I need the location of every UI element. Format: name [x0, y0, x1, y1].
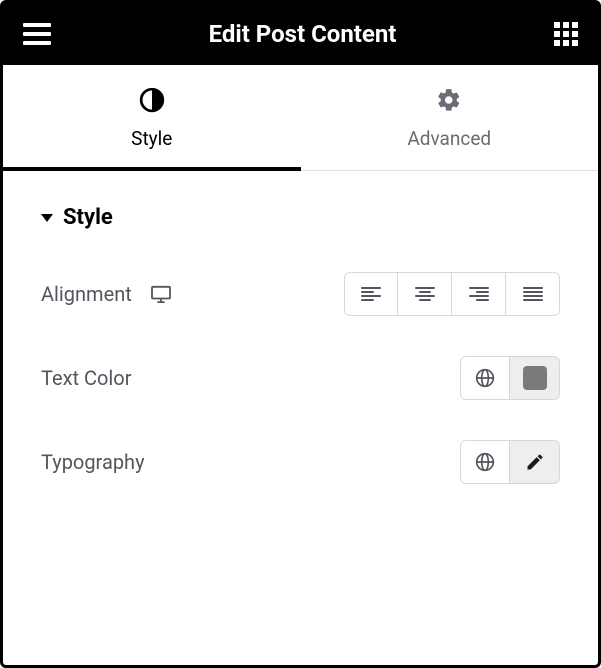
tab-advanced[interactable]: Advanced	[301, 65, 599, 170]
align-left-icon	[361, 286, 381, 302]
label-text-color: Text Color	[41, 366, 131, 390]
tab-label-style: Style	[131, 127, 172, 150]
globe-icon	[475, 368, 495, 388]
tabs: Style Advanced	[3, 65, 598, 171]
align-center-icon	[415, 286, 435, 302]
row-alignment: Alignment	[41, 272, 560, 316]
color-swatch-button[interactable]	[510, 356, 560, 400]
page-title: Edit Post Content	[209, 20, 397, 48]
global-color-button[interactable]	[460, 356, 510, 400]
align-right-button[interactable]	[452, 272, 506, 316]
section-toggle-style[interactable]: Style	[41, 205, 560, 230]
row-text-color: Text Color	[41, 356, 560, 400]
text-color-controls	[460, 356, 560, 400]
pencil-icon	[525, 452, 545, 472]
menu-icon[interactable]	[23, 23, 51, 45]
desktop-icon[interactable]	[150, 285, 172, 303]
apps-grid-icon[interactable]	[554, 22, 578, 46]
label-alignment: Alignment	[41, 282, 132, 306]
label-typography: Typography	[41, 450, 145, 474]
alignment-buttons	[344, 272, 560, 316]
global-typography-button[interactable]	[460, 440, 510, 484]
half-circle-icon	[139, 87, 165, 113]
style-panel: Style Alignment	[3, 171, 598, 558]
tab-label-advanced: Advanced	[407, 127, 491, 150]
edit-typography-button[interactable]	[510, 440, 560, 484]
row-typography: Typography	[41, 440, 560, 484]
typography-controls	[460, 440, 560, 484]
color-swatch	[523, 366, 547, 390]
align-right-icon	[469, 286, 489, 302]
tab-style[interactable]: Style	[3, 65, 301, 170]
caret-down-icon	[41, 214, 53, 222]
gear-icon	[436, 87, 462, 113]
align-justify-icon	[523, 286, 543, 302]
header-bar: Edit Post Content	[3, 3, 598, 65]
align-left-button[interactable]	[344, 272, 398, 316]
globe-icon	[475, 452, 495, 472]
align-justify-button[interactable]	[506, 272, 560, 316]
align-center-button[interactable]	[398, 272, 452, 316]
section-title: Style	[63, 205, 113, 230]
